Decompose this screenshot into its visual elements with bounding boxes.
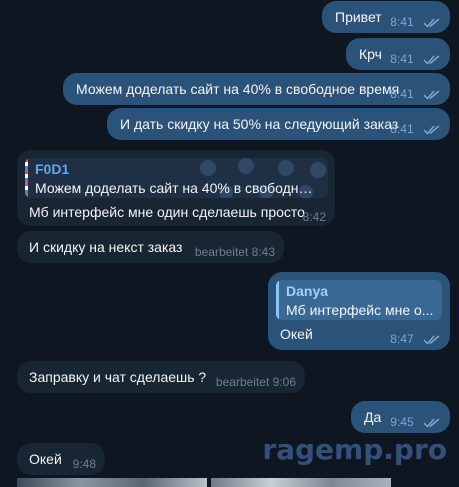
message-meta: 8:42 [303, 209, 326, 226]
message-bubble-incoming[interactable]: F0D1 Можем доделать сайт на 40% в свобод… [17, 150, 335, 226]
message-time: 8:41 [390, 52, 414, 66]
message-edited-label: bearbeitet [215, 375, 270, 389]
message-time: 8:47 [390, 332, 414, 346]
message-text: Крч [359, 46, 382, 62]
chat-history[interactable]: Привет 8:41 Крч 8:41 Можем доделать сайт… [0, 0, 459, 487]
reply-accent-bar [25, 158, 28, 198]
message-bubble-outgoing[interactable]: Можем доделать сайт на 40% в свободное в… [63, 73, 450, 105]
message-meta: 8:47 [390, 331, 441, 348]
reply-snippet: Можем доделать сайт на 40% в свободное .… [35, 180, 320, 196]
message-meta: 8:41 [390, 86, 441, 103]
double-check-icon [423, 125, 440, 135]
photo-thumbnail[interactable] [211, 478, 391, 487]
message-meta: 8:41 [390, 14, 441, 31]
reply-author: F0D1 [35, 161, 70, 177]
message-text: Привет [335, 9, 382, 25]
message-text: Заправку и чат сделаешь ? [29, 369, 207, 385]
message-bubble-outgoing[interactable]: И дать скидку на 50% на следующий заказ … [107, 108, 450, 140]
message-edited-label: bearbeitet [194, 245, 249, 259]
double-check-icon [423, 18, 440, 28]
message-meta: bearbeitet 8:43 [195, 244, 275, 261]
double-check-icon [423, 418, 440, 428]
message-time: 8:41 [390, 87, 414, 101]
message-bubble-incoming[interactable]: Окей 9:48 [17, 443, 105, 475]
message-meta: 9:45 [390, 414, 441, 431]
double-check-icon [423, 55, 440, 65]
message-time: 8:42 [302, 210, 326, 224]
message-time: 9:45 [390, 415, 414, 429]
message-time: 9:06 [272, 375, 296, 389]
message-meta: bearbeitet 9:06 [216, 374, 296, 391]
message-text: Да [364, 409, 382, 425]
message-time: 8:41 [390, 122, 414, 136]
double-check-icon [423, 335, 440, 345]
message-bubble-incoming[interactable]: И скидку на некст заказ bearbeitet 8:43 [17, 231, 284, 263]
message-bubble-outgoing[interactable]: Крч 8:41 [346, 38, 450, 70]
message-bubble-outgoing[interactable]: Да 9:45 [351, 401, 450, 433]
message-time: 8:41 [390, 15, 414, 29]
message-text: Можем доделать сайт на 40% в свободное в… [76, 81, 400, 97]
message-text: И скидку на некст заказ [29, 239, 183, 255]
message-bubble-outgoing[interactable]: Danya Мб интерфейс мне о... Окей 8:47 [268, 272, 450, 350]
message-bubble-incoming[interactable]: Заправку и чат сделаешь ? bearbeitet 9:0… [17, 361, 305, 393]
message-bubble-outgoing[interactable]: Привет 8:41 [322, 1, 450, 33]
message-text: Окей [280, 326, 313, 342]
watermark-logo: ragemp.pro [262, 433, 447, 466]
reply-author: Danya [286, 283, 329, 299]
message-time: 9:48 [72, 457, 96, 471]
double-check-icon [423, 90, 440, 100]
message-text: Окей [29, 451, 62, 467]
photo-thumbnail[interactable] [17, 478, 207, 487]
message-text: Мб интерфейс мне один сделаешь просто [29, 204, 305, 220]
reply-accent-bar [276, 280, 279, 320]
message-meta: 8:41 [390, 51, 441, 68]
message-meta: 9:48 [73, 456, 96, 473]
reply-preview[interactable]: F0D1 Можем доделать сайт на 40% в свобод… [25, 158, 328, 198]
message-meta: 8:41 [390, 121, 441, 138]
message-text: И дать скидку на 50% на следующий заказ [120, 116, 399, 132]
reply-preview[interactable]: Danya Мб интерфейс мне о... [276, 280, 442, 320]
message-time: 8:43 [251, 245, 275, 259]
reply-snippet: Мб интерфейс мне о... [286, 302, 434, 318]
